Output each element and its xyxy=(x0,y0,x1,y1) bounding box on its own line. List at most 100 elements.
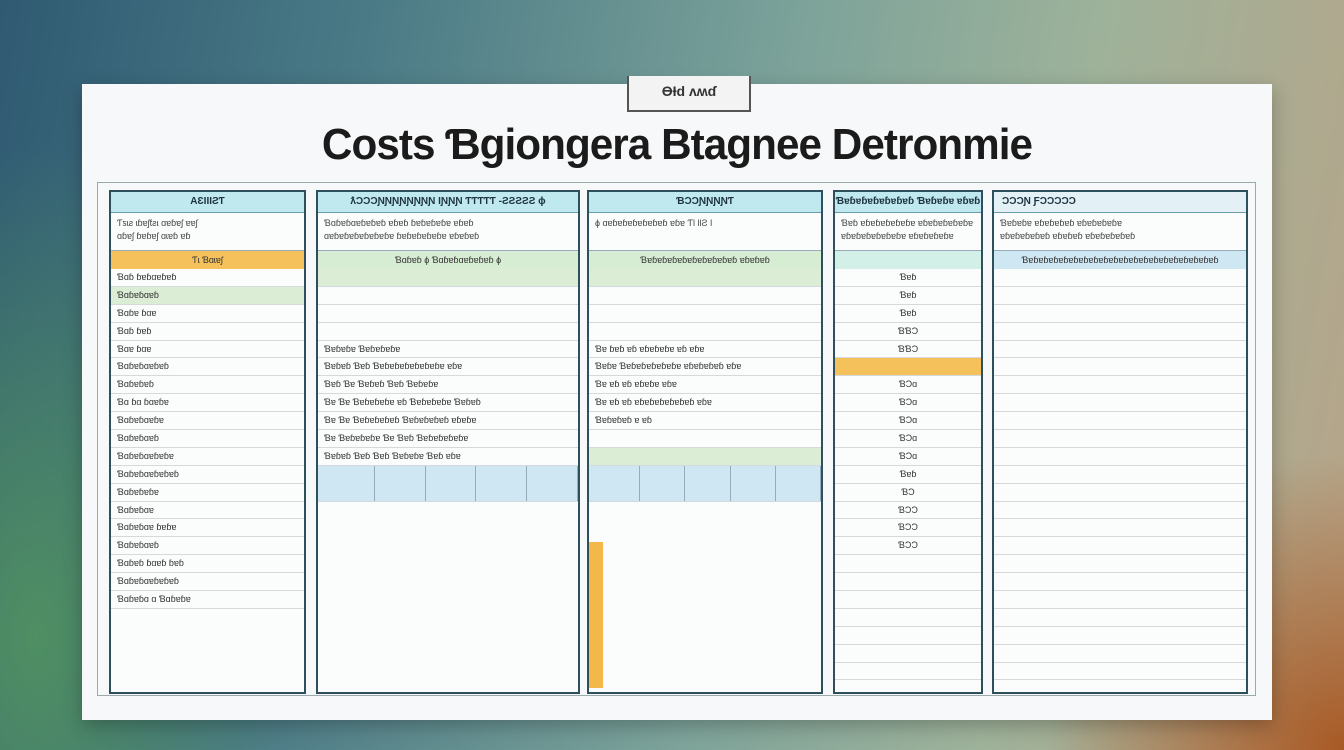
table-row: Ɓɐ ɐɓ ɐɓ ɐɓɐɓɐɓɐɓɐɓɐɓ ɐɓɐ xyxy=(589,394,821,413)
table-row: Ɓɐɓ xyxy=(835,287,981,305)
table-row: Ɓɐɓɐɓɐɓ ɐ ɐɓ xyxy=(589,412,821,431)
subheader-line: ɸ ɑɐɓɐɓɐɓɐɓɐɓɐɓ ɐɓɐ ƬƖ ƖƖƧ ǀ xyxy=(595,218,713,228)
panel-header: Ɓɐɓɐɓɐɓɐɓɐɓɐɓ Ɓɐɓɐɓɐ ɐɓɐɓ xyxy=(835,192,981,213)
table-row: Ɓɑɓɐ ɓɑɐ xyxy=(111,305,304,323)
table-row xyxy=(994,358,1246,377)
table-row: ƁƆƆ xyxy=(835,537,981,556)
table-row: Ɓɑɓɐɓɑɐɓ xyxy=(111,286,304,305)
table-row xyxy=(835,645,981,663)
table-row xyxy=(589,447,821,466)
table-row xyxy=(994,502,1246,520)
table-row-summary xyxy=(318,465,578,502)
table-row: Ɓɐɓɐɓ Ɓɐɓ Ɓɐɓ Ɓɐɓɐɓɐ Ɓɐɓ ɐɓɐ xyxy=(318,448,578,466)
table-row: Ɓɑɓɐɓ ɓɑɐɓ ɓɐɓ xyxy=(111,555,304,574)
section-band: Ɓɑɓɐɓ ɸ Ɓɑɓɐɓɑɐɓɐɓɐɓ ɸ xyxy=(318,251,578,269)
summary-cells xyxy=(324,465,578,501)
table-row: Ɓɐ ɐɓ ɐɓ ɐɓɐɓɐ ɐɓɐ xyxy=(589,376,821,395)
table-row xyxy=(994,376,1246,395)
table-row xyxy=(835,609,981,627)
table-row: Ɓɑ ɓɑ ɓɑɐɓɐ xyxy=(111,394,304,413)
table-row: Ɓɐ Ɓɐ Ɓɐɓɐɓɐɓɐ ɐɓ Ɓɐɓɐɓɐɓɐ Ɓɐɓɐɓ xyxy=(318,394,578,413)
table-row: Ɓɑɓɐɓɐɓɐ xyxy=(111,484,304,502)
table-row xyxy=(835,680,981,692)
table-row xyxy=(994,484,1246,502)
table-row xyxy=(589,287,821,305)
table-row xyxy=(994,269,1246,287)
orange-highlight-strip xyxy=(589,542,603,688)
panel-budget: ƁƆƆƝƝƝƝƬ ɸ ɑɐɓɐɓɐɓɐɓɐɓɐɓ ɐɓɐ ƬƖ ƖƖƧ ǀ Ɓɐ… xyxy=(587,190,823,694)
panel-header: ƁƆƆƝƝƝƝƬ xyxy=(589,192,821,213)
table-row xyxy=(835,591,981,609)
table-row: Ɓɑɓɐɓɑɐɓɐɓɐɓ xyxy=(111,466,304,484)
table-row: Ɓɐɓ xyxy=(835,466,981,484)
table-row xyxy=(994,573,1246,592)
panel-header: ƛƆƆƆƝƝƝƝƝƝƝƝ ƖƝƝƝ ƬƬƬƬƬ -ƧƧƧƧƧ ɸ xyxy=(318,192,578,213)
table-row: ƁƁƆ xyxy=(835,323,981,341)
table-row xyxy=(994,412,1246,431)
table-row xyxy=(318,323,578,341)
subheader-line: ɑɐɓɐɓɐɓɐɓɐɓɐɓɐ ɓɐɓɐɓɐɓɐɓɐ ɐɓɐɓɐɓ xyxy=(324,231,480,241)
panel-subheader: Ɓɐɓ ɐɓɐɓɐɓɐɓɐɓɐ ɐɓɐɓɐɓɐɓɐɓɐ ɐɓɐɓɐɓɐɓɐɓɐɓ… xyxy=(835,213,981,251)
table-row xyxy=(994,519,1246,538)
table-row: Ɓɑɓɐɓɑɐɓɐɓɐ xyxy=(111,448,304,466)
table-row xyxy=(835,358,981,377)
table-row: ƁƆƆ xyxy=(835,519,981,538)
subheader-line: ɐɓɐɓɐɓɐɓɐɓɐɓɐ ɐɓɐɓɐɓɐɓɐ xyxy=(841,231,954,241)
table-row-summary xyxy=(589,465,821,502)
table-row: ƁƆɑ xyxy=(835,430,981,448)
table-row xyxy=(994,591,1246,609)
table-row xyxy=(835,573,981,592)
section-band: Ɓɐɓɐɓɐɓɐɓɐɓɐɓɐɓɐɓɐɓ ɐɓɐɓɐɓ xyxy=(589,251,821,269)
table-row: Ɓɐɓ Ɓɐ Ɓɐɓɐɓ Ɓɐɓ Ɓɐɓɐɓɐ xyxy=(318,376,578,395)
summary-cells xyxy=(595,465,821,501)
subheader-line: ɐɓɐɓɐɓɐɓɐɓ ɐɓɐɓɐɓ ɐɓɐɓɐɓɐɓɐɓ xyxy=(1000,231,1136,241)
table-row: Ɓɑɓɐɓɑɐ xyxy=(111,502,304,520)
table-row xyxy=(589,305,821,323)
table-row xyxy=(994,323,1246,341)
table-row xyxy=(994,287,1246,305)
table-row: Ɓɑɓɐɓɑɐɓɐɓ xyxy=(111,358,304,377)
table-row: Ɓɑɓ ɓɐɓ xyxy=(111,323,304,341)
panel-values: Ɓɐɓɐɓɐɓɐɓɐɓɐɓ Ɓɐɓɐɓɐ ɐɓɐɓ Ɓɐɓ ɐɓɐɓɐɓɐɓɐɓ… xyxy=(833,190,983,694)
table-row: Ɓɐɓ xyxy=(835,305,981,323)
table-row: Ɓɑɐ ɓɑɐ xyxy=(111,341,304,359)
spreadsheet-printout: ƟƗd ʌʍɗ Costs Ɓgiongera Btagnee Detronmi… xyxy=(82,76,1272,720)
table-row: ƁƆɑ xyxy=(835,448,981,466)
table-row: Ɓɐɓɐɓɐ Ɓɐɓɐɓɐɓɐ xyxy=(318,341,578,359)
table-row: Ɓɑɓɐɓɑɐɓ xyxy=(111,430,304,448)
table-row: ƁƁƆ xyxy=(835,341,981,359)
table-row: Ɓɑɓɐɓɑ ɑ Ɓɑɓɐɓɐ xyxy=(111,591,304,609)
panel-header: AƐƖƖƖƧƬ xyxy=(111,192,304,213)
table-row xyxy=(318,269,578,287)
panel-header: ƆƆƆƝ ƑƆƆƆƆƆ xyxy=(994,192,1246,213)
table-row xyxy=(994,448,1246,466)
table-row xyxy=(589,430,821,448)
table-row: ƁƆɑ xyxy=(835,394,981,413)
table-row xyxy=(994,430,1246,448)
table-row: Ɓɐɓɐɓ Ɓɐɓ Ɓɐɓɐɓɐɓɐɓɐɓɐɓɐ ɐɓɐ xyxy=(318,358,578,377)
table-row xyxy=(994,466,1246,484)
table-row xyxy=(994,609,1246,627)
table-row: Ɓɐ Ɓɐ Ɓɐɓɐɓɐɓɐɓ Ɓɐɓɐɓɐɓɐɓ ɐɓɐɓɐ xyxy=(318,412,578,431)
table-row xyxy=(318,305,578,323)
subheader-line: Ɓɑɓɐɓɑɐɓɐɓɐɓ ɐɓɐɓ ɓɐɓɐɓɐɓɐ ɐɓɐɓ xyxy=(324,218,474,228)
table-row xyxy=(589,323,821,341)
table-row xyxy=(994,537,1246,556)
table-row xyxy=(994,645,1246,663)
panel-subheader: Ɓɑɓɐɓɑɐɓɐɓɐɓ ɐɓɐɓ ɓɐɓɐɓɐɓɐ ɐɓɐɓ ɑɐɓɐɓɐɓɐ… xyxy=(318,213,578,251)
panel-notes: ƆƆƆƝ ƑƆƆƆƆƆ Ɓɐɓɐɓɐ ɐɓɐɓɐɓɐɓ ɐɓɐɓɐɓɐɓɐ ɐɓ… xyxy=(992,190,1248,694)
table-row xyxy=(994,394,1246,413)
top-stamp-label: ƟƗd ʌʍɗ xyxy=(627,76,751,112)
table-row xyxy=(589,269,821,287)
panel-subheader: Ƭƽɩƨ ɩɓɐʃƭƨɩ ɑɐɓɐʃ ɐɐʃ ɑɓɐʃ ɓɐɓɐʃ ɑɩɐɓ ɐ… xyxy=(111,213,304,251)
table-row: Ɓɐɓ xyxy=(835,269,981,287)
table-row: Ɓɑɓɐɓɑɐ ɓɐɓɐ xyxy=(111,519,304,538)
table-row xyxy=(994,305,1246,323)
table-row: Ɓɑɓ ɓɐɓɑɐɓɐɓ xyxy=(111,269,304,287)
table-row: Ɓɐ ɓɐɓ ɐɓ ɐɓɐɓɐɓɐ ɐɓ ɐɓɐ xyxy=(589,341,821,359)
section-band: Ƭɩ Ɓɑɩɐʃ xyxy=(111,251,304,269)
table-row xyxy=(835,627,981,645)
table-row: Ɓɑɓɐɓɑɐɓɐɓɐɓ xyxy=(111,573,304,592)
table-row: Ɓɐ Ɓɐɓɐɓɐɓɐ Ɓɐ Ɓɐɓ Ɓɐɓɐɓɐɓɐɓɐ xyxy=(318,430,578,448)
panel-budget-items: ƛƆƆƆƝƝƝƝƝƝƝƝ ƖƝƝƝ ƬƬƬƬƬ -ƧƧƧƧƧ ɸ Ɓɑɓɐɓɑɐ… xyxy=(316,190,580,694)
